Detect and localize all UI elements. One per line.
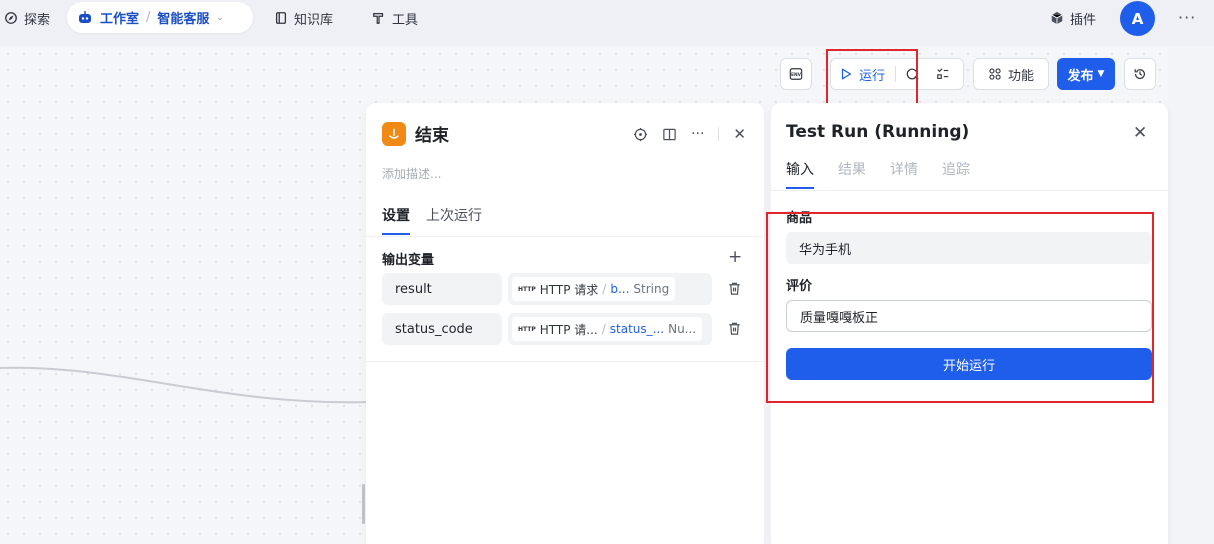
node-header: 结束: [382, 121, 449, 146]
field-label-review: 评价: [786, 279, 813, 294]
robot-icon: [79, 10, 91, 23]
ref-type: String: [633, 282, 670, 296]
tab-input[interactable]: 输入: [786, 159, 814, 189]
features-button[interactable]: 功能: [973, 58, 1049, 90]
ref-path: status_...: [609, 322, 665, 336]
breadcrumb-studio[interactable]: 工作室: [100, 8, 139, 27]
book-icon: [275, 12, 287, 24]
http-icon: HTTP: [518, 285, 536, 293]
test-run-title: Test Run (Running): [786, 122, 970, 142]
variable-reference-selector[interactable]: HTTP HTTP 请求 / b... String: [508, 273, 712, 305]
canvas-resize-handle[interactable]: [362, 484, 365, 524]
run-button-group: 运行: [830, 58, 964, 90]
ref-node-name: HTTP 请求: [539, 282, 599, 297]
variable-name-input[interactable]: status_code: [382, 313, 502, 345]
variable-reference-chip: HTTP HTTP 请求 / b... String: [512, 277, 676, 301]
publish-label: 发布: [1067, 68, 1094, 84]
close-icon[interactable]: ✕: [733, 125, 746, 143]
description-input[interactable]: 添加描述...: [382, 165, 441, 182]
history-button[interactable]: [1124, 58, 1156, 90]
breadcrumb-agent[interactable]: 智能客服: [157, 8, 209, 27]
variable-row: result HTTP HTTP 请求 / b... String: [382, 273, 740, 305]
svg-text:ENV: ENV: [791, 72, 802, 78]
trash-icon: [729, 282, 740, 295]
hammer-icon: [373, 13, 384, 24]
http-icon: HTTP: [518, 325, 536, 333]
nav-plugins-label: 插件: [1070, 12, 1097, 28]
studio-breadcrumb[interactable]: 工作室 / 智能客服 ⌄: [67, 2, 253, 33]
breadcrumb-separator: /: [146, 10, 151, 25]
more-icon[interactable]: ···: [1178, 8, 1196, 27]
nav-explore-label: 探索: [24, 12, 51, 28]
close-icon[interactable]: ✕: [1133, 123, 1147, 143]
env-icon: ENV: [789, 68, 803, 80]
env-button[interactable]: ENV: [780, 58, 812, 90]
play-icon: [841, 68, 851, 80]
compass-icon: [5, 12, 17, 24]
ref-path: b...: [610, 282, 630, 296]
more-icon[interactable]: ···: [691, 126, 704, 142]
checklist-icon[interactable]: [936, 67, 950, 81]
end-node-icon: [382, 121, 406, 146]
nav-tools-label: 工具: [392, 12, 419, 28]
run-button[interactable]: 运行: [859, 65, 885, 84]
trash-icon: [729, 322, 740, 335]
variable-reference-selector[interactable]: HTTP HTTP 请... / status_... Nu...: [508, 313, 712, 345]
delete-variable-button[interactable]: [727, 281, 742, 300]
tab-tracing[interactable]: 追踪: [942, 159, 970, 189]
features-label: 功能: [1007, 68, 1034, 84]
review-input[interactable]: 质量嘎嘎板正: [786, 300, 1152, 332]
output-variables-title: 输出变量: [382, 253, 435, 268]
variable-reference-chip: HTTP HTTP 请... / status_... Nu...: [512, 317, 703, 341]
history-icon: [1134, 69, 1145, 80]
divider: [366, 361, 764, 362]
divider: [718, 127, 720, 141]
field-label-product: 商品: [786, 211, 813, 226]
end-node-panel: 结束 ··· ✕ 添加描述... 设置 上次运行 输出变量 + result H…: [366, 103, 764, 544]
node-title[interactable]: 结束: [415, 121, 449, 146]
ref-separator: /: [601, 322, 606, 336]
ref-type: Nu...: [668, 322, 697, 336]
tab-result[interactable]: 结果: [838, 159, 866, 189]
node-tabs: 设置 上次运行: [382, 205, 482, 235]
variable-row: status_code HTTP HTTP 请... / status_... …: [382, 313, 740, 345]
divider: [771, 190, 1168, 191]
nav-knowledge[interactable]: 知识库: [266, 3, 341, 33]
nav-tools[interactable]: 工具: [364, 3, 426, 33]
features-icon: [989, 68, 1001, 80]
publish-button[interactable]: 发布 ▼: [1057, 58, 1115, 90]
variable-name-input[interactable]: result: [382, 273, 502, 305]
test-run-panel: Test Run (Running) ✕ 输入 结果 详情 追踪 商品 华为手机…: [771, 103, 1168, 544]
product-input[interactable]: 华为手机: [786, 232, 1152, 264]
workflow-edge: [0, 366, 369, 404]
locate-icon[interactable]: [633, 127, 648, 142]
avatar[interactable]: A: [1120, 1, 1155, 36]
ref-node-name: HTTP 请...: [539, 322, 598, 337]
chevron-down-icon: ▼: [1097, 69, 1105, 79]
checklist-run-icon[interactable]: [906, 67, 920, 81]
delete-variable-button[interactable]: [727, 321, 742, 340]
run-tabs: 输入 结果 详情 追踪: [786, 159, 970, 189]
right-gutter: [1168, 46, 1214, 544]
start-run-button[interactable]: 开始运行: [786, 348, 1152, 380]
nav-explore[interactable]: 探索: [0, 3, 58, 33]
top-nav: 探索 工作室 / 智能客服 ⌄ 知识库 工具 插件 A ···: [0, 0, 1214, 38]
nav-knowledge-label: 知识库: [294, 12, 334, 28]
tab-detail[interactable]: 详情: [890, 159, 918, 189]
cube-icon: [1051, 11, 1063, 25]
node-actions: ··· ✕: [633, 125, 746, 143]
ref-separator: /: [602, 282, 607, 296]
tab-last-run[interactable]: 上次运行: [426, 205, 482, 235]
tab-settings[interactable]: 设置: [382, 205, 410, 235]
add-variable-button[interactable]: +: [728, 247, 742, 267]
nav-plugins[interactable]: 插件: [1042, 3, 1104, 33]
chevron-down-icon[interactable]: ⌄: [216, 13, 224, 23]
book-open-icon[interactable]: [662, 127, 677, 142]
divider: [366, 236, 764, 237]
divider: [895, 66, 897, 82]
